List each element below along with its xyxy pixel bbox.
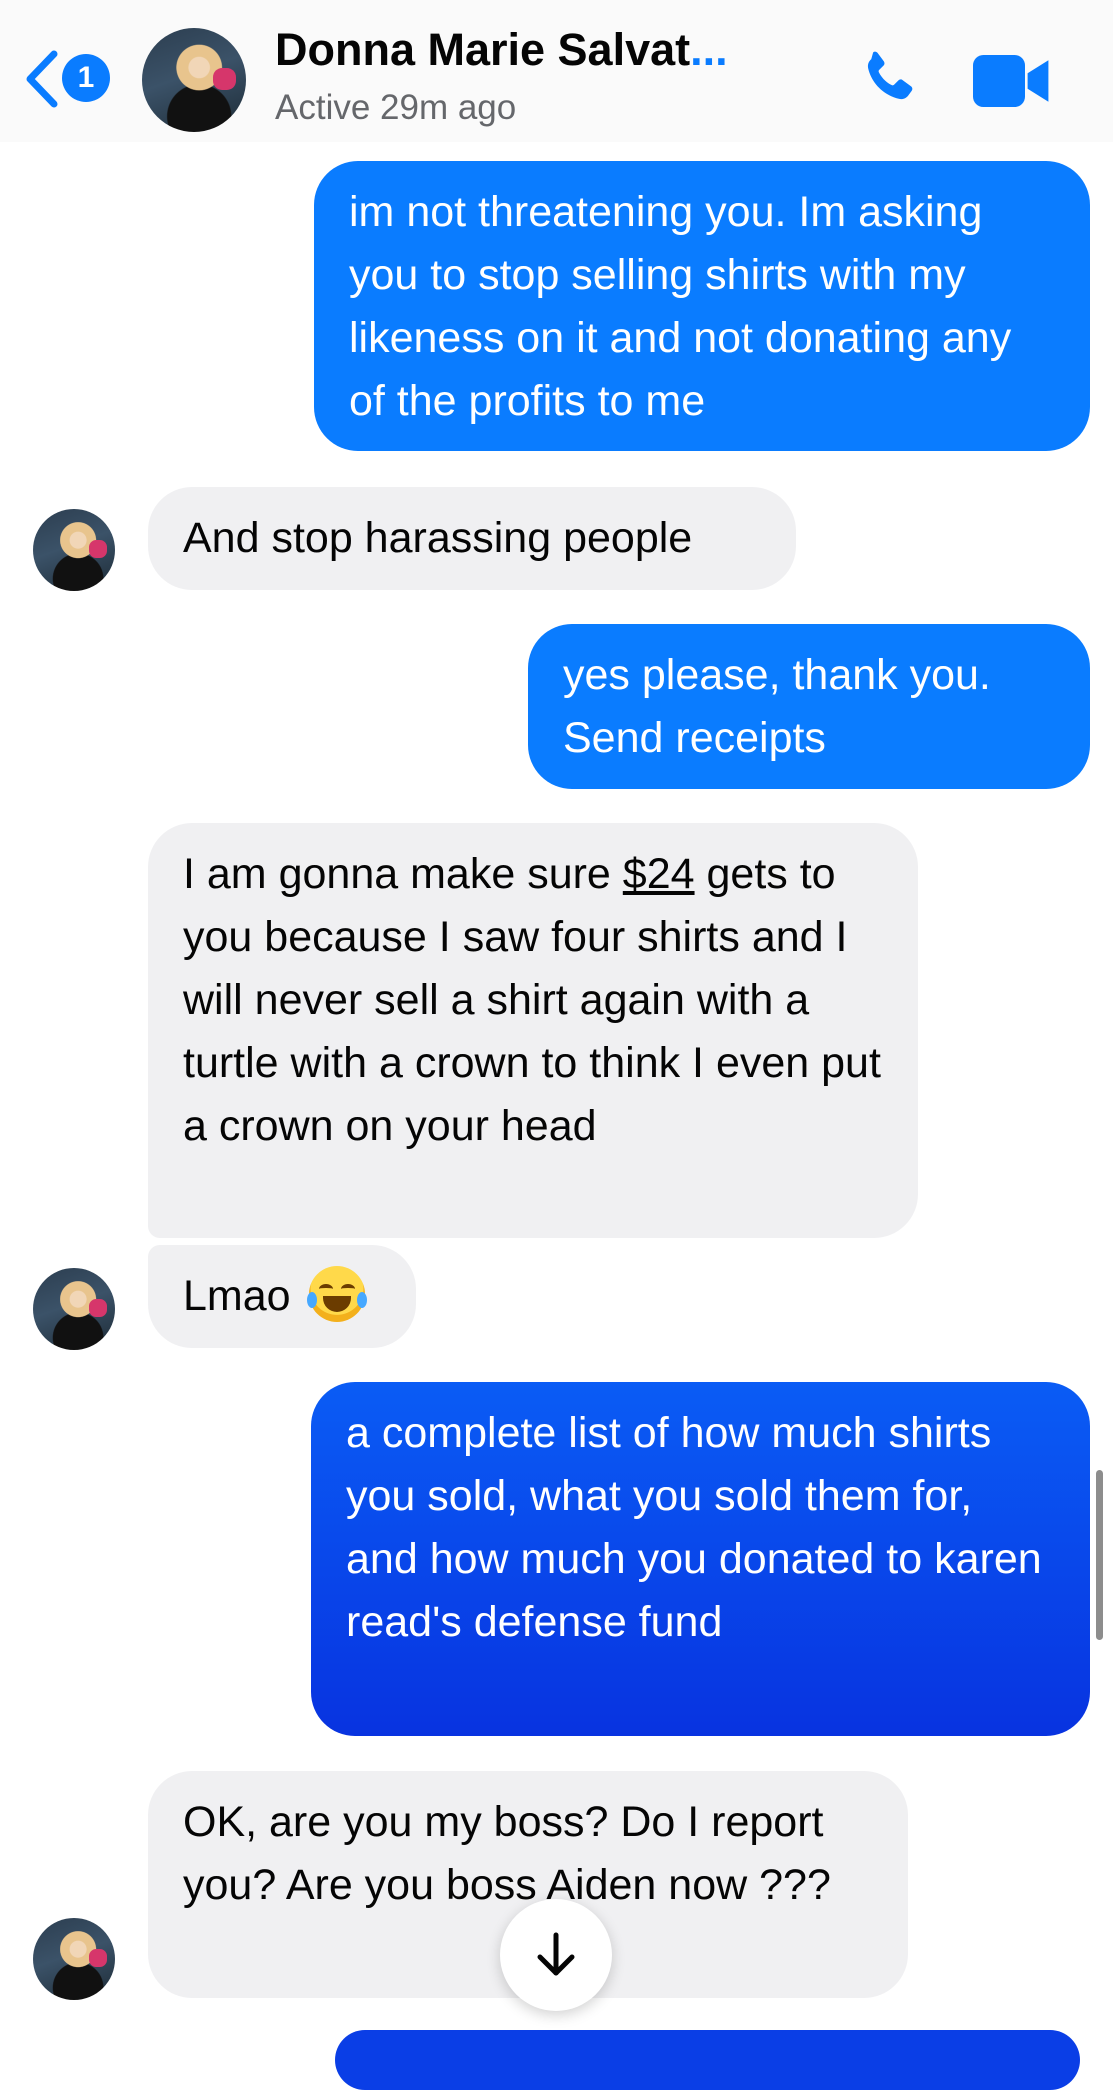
sender-avatar[interactable] <box>33 509 115 591</box>
message-bubble-outgoing[interactable]: im not threatening you. Im asking you to… <box>314 161 1090 451</box>
face-with-tears-of-joy-icon <box>306 1266 367 1322</box>
message-bubble-incoming[interactable]: Lmao <box>148 1245 416 1348</box>
message-bubble-outgoing[interactable]: yes please, thank you. Send receipts <box>528 624 1090 789</box>
message-bubble-incoming[interactable]: And stop harassing people <box>148 487 796 590</box>
chat-header: 1 Donna Marie Salvat... Active 29m ago <box>0 0 1113 142</box>
message-bubble-incoming[interactable]: I am gonna make sure $24 gets to you bec… <box>148 823 918 1238</box>
arrow-down-icon <box>537 1932 575 1976</box>
message-text: Lmao <box>183 1272 291 1320</box>
message-bubble-outgoing-partial[interactable] <box>335 2030 1080 2090</box>
unread-badge: 1 <box>62 54 110 102</box>
scrollbar[interactable] <box>1096 1470 1103 1640</box>
video-camera-icon[interactable] <box>973 55 1051 107</box>
message-text: And stop harassing people <box>183 514 693 562</box>
message-text: yes please, thank you. Send receipts <box>563 651 991 762</box>
message-text: im not threatening you. Im asking you to… <box>349 188 1012 425</box>
sender-avatar[interactable] <box>33 1268 115 1350</box>
message-text: OK, are you my boss? Do I report you? Ar… <box>183 1798 831 1909</box>
amount-link[interactable]: $24 <box>623 850 695 898</box>
contact-avatar[interactable] <box>142 28 246 132</box>
back-chevron-icon <box>26 50 58 108</box>
active-status: Active 29m ago <box>275 88 517 127</box>
sender-avatar[interactable] <box>33 1918 115 2000</box>
message-text: a complete list of how much shirts you s… <box>346 1409 1042 1646</box>
phone-icon[interactable] <box>855 46 921 112</box>
scroll-to-bottom-button[interactable] <box>500 1899 612 2011</box>
message-bubble-outgoing[interactable]: a complete list of how much shirts you s… <box>311 1382 1090 1736</box>
back-button[interactable]: 1 <box>22 46 118 110</box>
contact-name[interactable]: Donna Marie Salvat... <box>275 24 775 76</box>
message-text: I am gonna make sure $24 gets to you bec… <box>183 850 881 1150</box>
